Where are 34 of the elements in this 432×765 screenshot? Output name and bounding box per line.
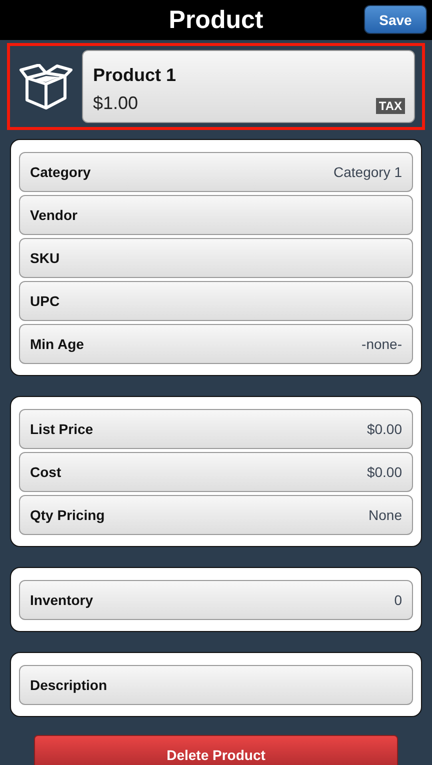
field-label: List Price xyxy=(30,421,94,437)
box-icon xyxy=(19,64,73,110)
field-row[interactable]: SKU xyxy=(19,238,413,278)
field-row[interactable]: Description xyxy=(19,665,413,705)
field-row[interactable]: Min Age -none- xyxy=(19,324,413,364)
field-label: Cost xyxy=(30,464,62,480)
field-value: Category 1 xyxy=(334,164,402,180)
screen-title: Product xyxy=(168,6,264,34)
field-row[interactable]: Category Category 1 xyxy=(19,152,413,192)
field-row[interactable]: List Price $0.00 xyxy=(19,409,413,449)
field-value: $0.00 xyxy=(366,421,402,437)
delete-button[interactable]: Delete Product xyxy=(34,735,398,765)
tax-badge: TAX xyxy=(376,98,405,114)
field-label: Category xyxy=(30,164,91,180)
field-value: -none- xyxy=(362,336,402,352)
field-value: $0.00 xyxy=(366,464,402,480)
save-button[interactable]: Save xyxy=(364,5,427,34)
field-label: SKU xyxy=(30,250,60,266)
field-row[interactable]: UPC xyxy=(19,281,413,321)
field-label: Qty Pricing xyxy=(30,507,105,523)
field-row[interactable]: Qty Pricing None xyxy=(19,495,413,535)
field-label: Vendor xyxy=(30,207,78,223)
product-card[interactable]: Product 1 $1.00 TAX xyxy=(82,50,415,123)
field-value: None xyxy=(368,507,402,523)
field-label: Inventory xyxy=(30,592,94,608)
field-value: 0 xyxy=(394,592,402,608)
field-label: UPC xyxy=(30,293,60,309)
field-row[interactable]: Vendor xyxy=(19,195,413,235)
field-row[interactable]: Inventory 0 xyxy=(19,580,413,620)
field-label: Description xyxy=(30,677,108,693)
field-row[interactable]: Cost $0.00 xyxy=(19,452,413,492)
product-price: $1.00 xyxy=(93,93,138,114)
product-name: Product 1 xyxy=(93,65,178,86)
field-label: Min Age xyxy=(30,336,84,352)
